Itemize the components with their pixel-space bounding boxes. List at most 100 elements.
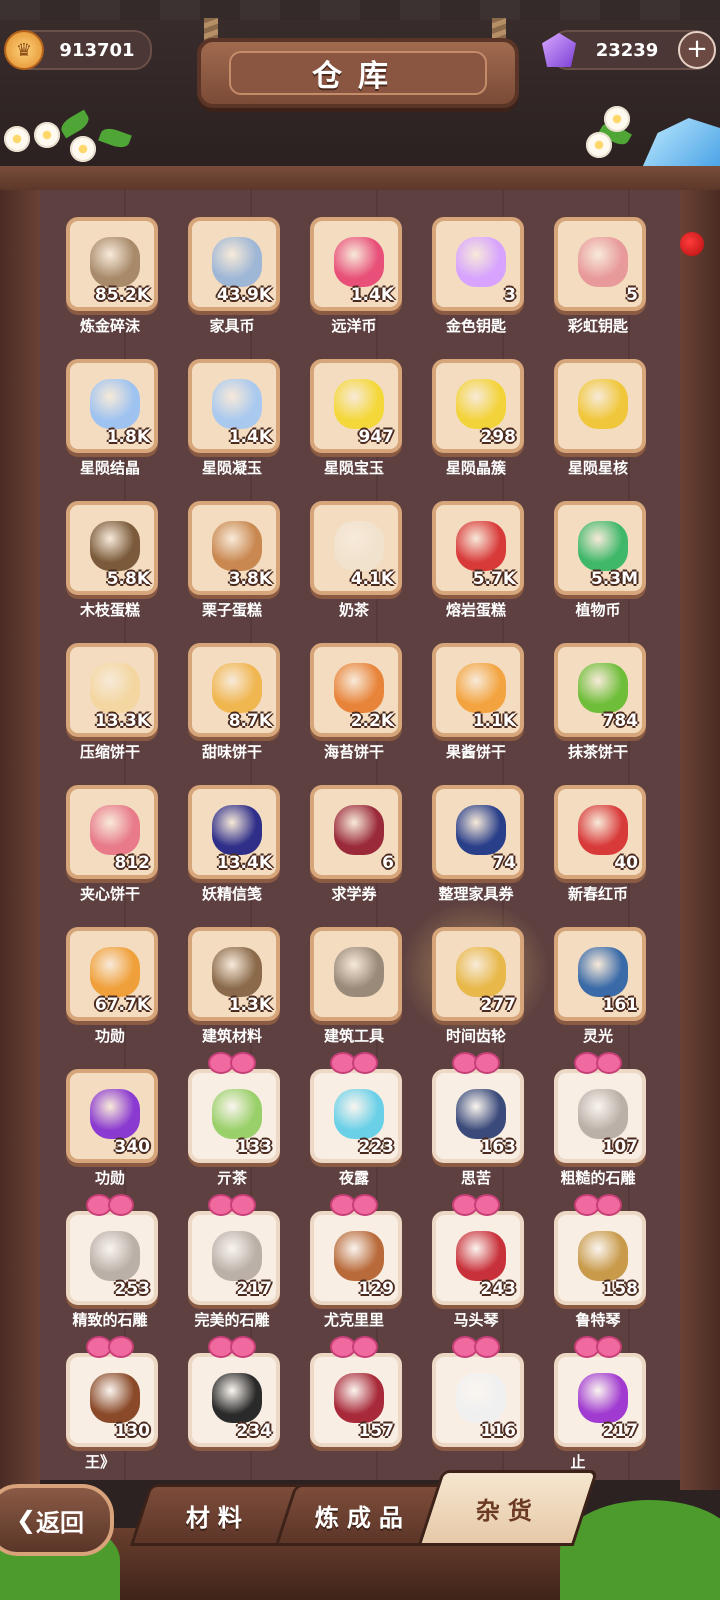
item-slot[interactable]: 5.8K 木枝蛋糕	[60, 496, 160, 638]
item-name: 抹茶饼干	[567, 743, 628, 761]
morin-khuur-icon	[456, 1231, 506, 1281]
item-quantity: 161	[602, 995, 639, 1015]
item-tile: 74	[432, 785, 524, 879]
item-name: 星陨星核	[567, 459, 628, 477]
item-slot[interactable]: 812 夹心饼干	[60, 780, 160, 922]
item-slot[interactable]: 星陨星核	[548, 354, 648, 496]
item-slot[interactable]: 784 抹茶饼干	[548, 638, 648, 780]
item-slot[interactable]: 133 亓茶	[182, 1052, 282, 1206]
item-slot[interactable]: 947 星陨宝玉	[304, 354, 404, 496]
item-name: 栗子蛋糕	[201, 601, 262, 619]
item-slot[interactable]: 1.1K 果酱饼干	[426, 638, 526, 780]
item-slot[interactable]: 223 夜露	[304, 1052, 404, 1206]
item-quantity: 158	[602, 1279, 639, 1299]
item-slot[interactable]: 4.1K 奶茶	[304, 496, 404, 638]
item-slot[interactable]: 2.2K 海苔饼干	[304, 638, 404, 780]
item-quantity: 217	[236, 1279, 273, 1299]
item-slot[interactable]: 277 时间齿轮	[400, 900, 550, 1064]
potion-icon	[578, 1373, 628, 1423]
item-tile: 3.8K	[188, 501, 280, 595]
item-slot[interactable]: 217 完美的石雕	[182, 1194, 282, 1348]
item-quantity: 253	[114, 1279, 151, 1299]
back-button[interactable]: ❮ 返回	[0, 1484, 114, 1556]
item-quantity: 163	[480, 1137, 517, 1157]
ribbon-bow-icon	[452, 1052, 500, 1074]
item-slot[interactable]: 1.4K 远洋币	[304, 212, 404, 354]
seaweed-biscuit-icon	[334, 663, 384, 713]
item-slot[interactable]: 43.9K 家具币	[182, 212, 282, 354]
item-slot[interactable]: 40 新春红币	[548, 780, 648, 922]
item-slot[interactable]: 67.7K 功勋	[60, 922, 160, 1064]
item-quantity: 157	[358, 1421, 395, 1441]
item-slot[interactable]: 3 金色钥匙	[426, 212, 526, 354]
item-tile: 6	[310, 785, 402, 879]
item-quantity: 3.8K	[228, 569, 272, 589]
shelf-left-side	[0, 190, 40, 1490]
top-stripe	[0, 0, 720, 20]
item-tile: 217	[188, 1211, 280, 1305]
item-slot[interactable]: 1.4K 星陨凝玉	[182, 354, 282, 496]
matcha-biscuit-icon	[578, 663, 628, 713]
item-tile: 5.7K	[432, 501, 524, 595]
item-quantity: 784	[602, 711, 639, 731]
ribbon-bow-icon	[574, 1336, 622, 1358]
item-slot[interactable]: 161 灵光	[548, 922, 648, 1064]
tea-bowl-icon	[212, 1089, 262, 1139]
item-quantity: 40	[614, 853, 638, 873]
flower-decoration-left	[0, 96, 150, 168]
item-quantity: 277	[480, 995, 517, 1015]
item-slot[interactable]: 建筑工具	[304, 922, 404, 1064]
tab-misc[interactable]: 杂货	[417, 1470, 599, 1546]
item-name: 星陨结晶	[79, 459, 140, 477]
item-slot[interactable]: 158 鲁特琴	[548, 1194, 648, 1348]
item-name: 星陨晶簇	[445, 459, 506, 477]
chevron-left-icon: ❮	[15, 1506, 37, 1534]
item-quantity: 234	[236, 1421, 273, 1441]
ukulele-icon	[334, 1231, 384, 1281]
plus-icon[interactable]: +	[678, 31, 716, 69]
item-slot[interactable]: 5.3M 植物币	[548, 496, 648, 638]
hammer-icon	[334, 947, 384, 997]
item-quantity: 5	[626, 285, 638, 305]
item-slot[interactable]: 85.2K 炼金碎沫	[60, 212, 160, 354]
item-quantity: 340	[114, 1137, 151, 1157]
item-slot[interactable]: 1.3K 建筑材料	[182, 922, 282, 1064]
bird-statue-icon	[90, 1231, 140, 1281]
milk-bottle-icon	[456, 1373, 506, 1423]
item-slot[interactable]: 340 功勋	[60, 1064, 160, 1206]
item-quantity: 3	[504, 285, 516, 305]
lute-icon	[578, 1231, 628, 1281]
item-slot[interactable]: 5 彩虹钥匙	[548, 212, 648, 354]
item-name: 金色钥匙	[445, 317, 506, 335]
item-slot[interactable]: 298 星陨晶簇	[426, 354, 526, 496]
item-name: 奶茶	[338, 601, 369, 619]
item-quantity: 1.8K	[106, 427, 150, 447]
item-slot[interactable]: 1.8K 星陨结晶	[60, 354, 160, 496]
item-name: 亓茶	[216, 1169, 247, 1187]
item-slot[interactable]: 8.7K 甜味饼干	[182, 638, 282, 780]
item-tile: 67.7K	[66, 927, 158, 1021]
item-slot[interactable]: 13.4K 妖精信笺	[182, 780, 282, 922]
ribbon-bow-icon	[208, 1336, 256, 1358]
item-name: 海苔饼干	[323, 743, 384, 761]
item-quantity: 129	[358, 1279, 395, 1299]
item-tile: 784	[554, 643, 646, 737]
item-slot[interactable]: 6 求学券	[304, 780, 404, 922]
item-name: 星陨凝玉	[201, 459, 262, 477]
item-slot[interactable]: 129 尤克里里	[304, 1194, 404, 1348]
item-slot[interactable]: 243 马头琴	[426, 1194, 526, 1348]
item-slot[interactable]: 253 精致的石雕	[60, 1194, 160, 1348]
item-tile: 234	[188, 1353, 280, 1447]
fairy-letter-icon	[212, 805, 262, 855]
item-slot[interactable]: 107 粗糙的石雕	[548, 1052, 648, 1206]
item-slot[interactable]: 3.8K 栗子蛋糕	[182, 496, 282, 638]
item-slot[interactable]: 13.3K 压缩饼干	[60, 638, 160, 780]
bitter-cup-icon	[456, 1089, 506, 1139]
purple-medal-icon	[90, 1089, 140, 1139]
star-cluster-icon	[456, 379, 506, 429]
item-slot[interactable]: 163 思苦	[426, 1052, 526, 1206]
top-bar: ♛ 913701 23239 + 仓库	[0, 0, 720, 195]
star-core-icon	[578, 379, 628, 429]
item-slot[interactable]: 5.7K 熔岩蛋糕	[426, 496, 526, 638]
ribbon-bow-icon	[86, 1194, 134, 1216]
